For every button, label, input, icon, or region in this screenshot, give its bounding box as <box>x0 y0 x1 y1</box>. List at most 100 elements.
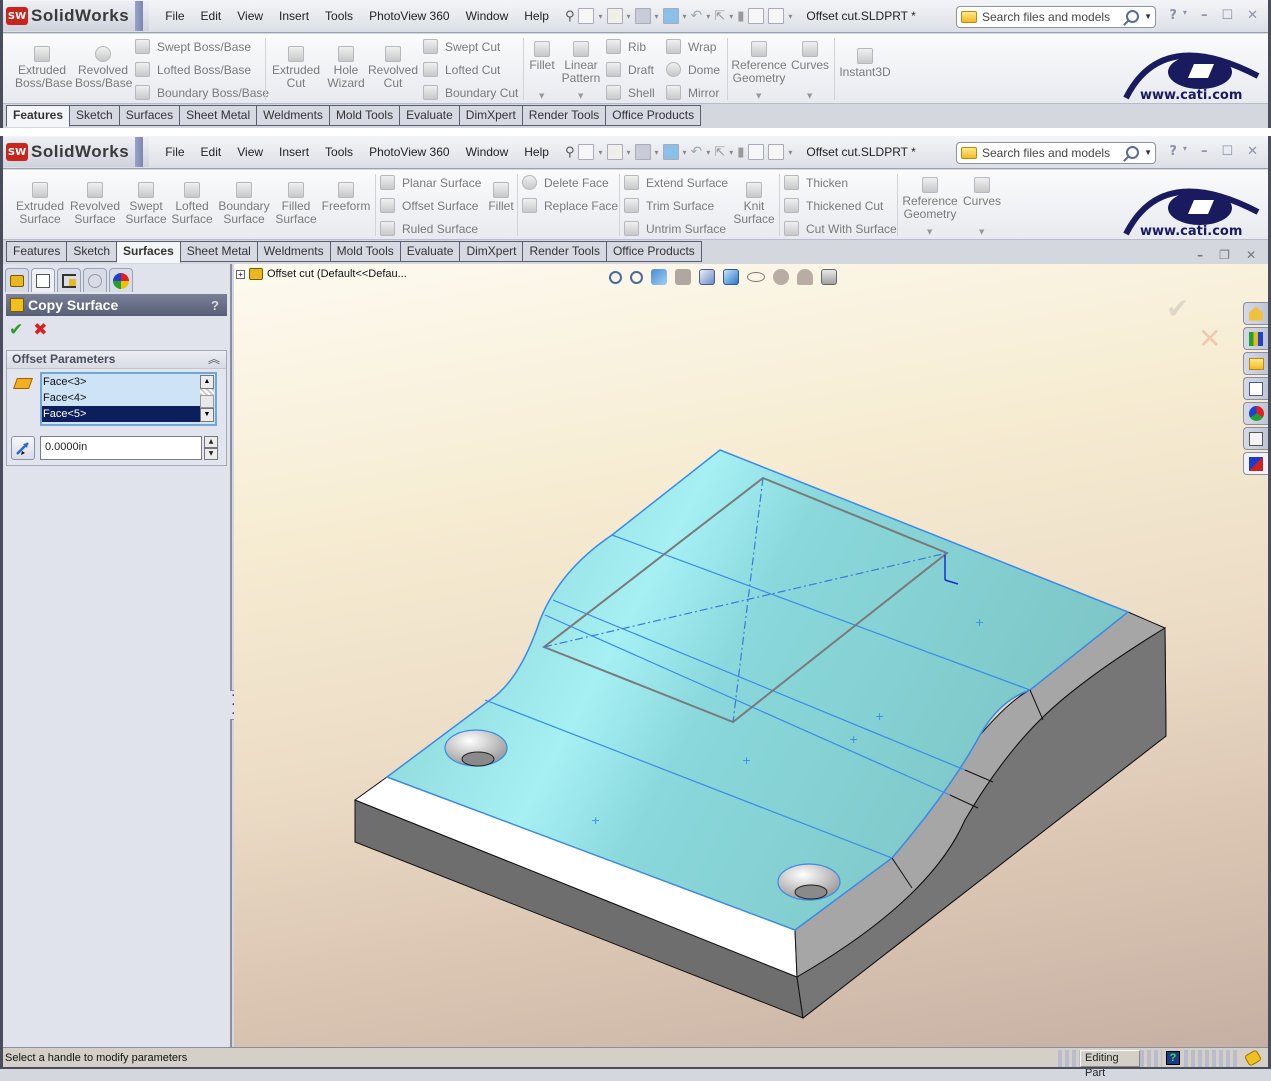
menu-file[interactable]: File <box>157 9 192 23</box>
list-scrollbar[interactable]: ▲ ▼ <box>200 375 214 423</box>
scroll-down-icon[interactable]: ▼ <box>200 408 214 422</box>
close-button[interactable]: ✕ <box>1247 144 1258 159</box>
dropdown-arrow-icon[interactable]: ▾ <box>683 148 687 157</box>
swept-boss-button[interactable]: Swept Boss/Base <box>135 39 251 54</box>
menu-edit[interactable]: Edit <box>193 145 230 159</box>
tab-feature-manager[interactable] <box>5 268 29 292</box>
dropdown-arrow-icon[interactable]: ▾ <box>627 148 631 157</box>
menu-window[interactable]: Window <box>458 145 517 159</box>
rib-button[interactable]: Rib <box>606 39 646 54</box>
app-logo[interactable]: SW SolidWorks <box>3 1 150 31</box>
draft-button[interactable]: Draft <box>606 62 654 77</box>
dropdown-arrow-icon[interactable]: ▾ <box>729 148 733 157</box>
filled-surface-button[interactable]: Filled Surface <box>275 182 317 226</box>
freeform-button[interactable]: Freeform <box>321 182 371 213</box>
maximize-button[interactable]: ☐ <box>1221 8 1233 23</box>
menu-tools[interactable]: Tools <box>317 145 361 159</box>
menu-photoview[interactable]: PhotoView 360 <box>361 9 458 23</box>
select-icon[interactable]: ⇱ <box>714 9 725 24</box>
dropdown-arrow-icon[interactable]: ▾ <box>655 12 659 21</box>
tab-weldments[interactable]: Weldments <box>257 105 330 126</box>
curves-dropdown-icon[interactable]: ▼ <box>979 228 984 236</box>
mirror-button[interactable]: Mirror <box>666 85 719 100</box>
maximize-button[interactable]: ☐ <box>1221 144 1233 159</box>
save-icon[interactable] <box>634 144 651 160</box>
options-icon[interactable] <box>768 144 785 160</box>
revolved-cut-button[interactable]: Revolved Cut <box>367 46 419 90</box>
scroll-up-icon[interactable]: ▲ <box>200 375 214 389</box>
tab-dimxpert-manager[interactable] <box>83 268 107 292</box>
dome-button[interactable]: Dome <box>666 62 720 77</box>
help-icon[interactable]: ? <box>211 298 219 313</box>
curves-button[interactable]: Curves <box>963 177 1001 208</box>
tab-mold-tools[interactable]: Mold Tools <box>329 105 401 126</box>
save-icon[interactable] <box>634 8 651 24</box>
cancel-button[interactable]: ✖ <box>33 320 47 340</box>
menu-insert[interactable]: Insert <box>271 9 317 23</box>
lofted-cut-button[interactable]: Lofted Cut <box>423 62 500 77</box>
hole-wizard-button[interactable]: Hole Wizard <box>327 46 365 90</box>
app-logo[interactable]: SW SolidWorks <box>3 137 150 167</box>
tab-dimxpert[interactable]: DimXpert <box>460 241 524 262</box>
lofted-surface-button[interactable]: Lofted Surface <box>171 182 213 226</box>
tab-sketch[interactable]: Sketch <box>70 105 120 126</box>
doc-close-button[interactable]: ✕ <box>1246 248 1256 262</box>
dropdown-arrow-icon[interactable]: ▾ <box>655 148 659 157</box>
planar-surface-button[interactable]: Planar Surface <box>380 175 481 190</box>
3d-model[interactable]: + + + + + <box>234 264 1268 1047</box>
help-button[interactable]: ? <box>1169 144 1177 159</box>
new-document-icon[interactable] <box>578 144 595 160</box>
doc-minimize-button[interactable]: – <box>1197 248 1203 262</box>
list-item-selected[interactable]: Face<5> <box>42 406 200 422</box>
menu-view[interactable]: View <box>229 9 271 23</box>
undo-icon[interactable]: ↶ <box>691 8 703 24</box>
file-properties-icon[interactable] <box>748 8 765 24</box>
tab-surfaces[interactable]: Surfaces <box>117 241 181 263</box>
undo-icon[interactable]: ↶ <box>691 144 703 160</box>
help-dropdown-icon[interactable]: ▾ <box>1183 8 1187 23</box>
tab-features[interactable]: Features <box>6 105 71 127</box>
print-icon[interactable] <box>662 8 679 24</box>
select-icon[interactable]: ⇱ <box>714 145 725 160</box>
dropdown-arrow-icon[interactable]: ▾ <box>788 148 792 157</box>
revolved-surface-button[interactable]: Revolved Surface <box>69 182 121 226</box>
rebuild-icon[interactable]: ▮ <box>737 9 744 24</box>
tab-evaluate[interactable]: Evaluate <box>400 105 460 126</box>
menu-help[interactable]: Help <box>516 145 557 159</box>
tab-configuration-manager[interactable] <box>57 268 81 292</box>
ok-button[interactable]: ✔ <box>9 320 23 340</box>
scroll-thumb[interactable] <box>200 395 214 408</box>
options-icon[interactable] <box>768 8 785 24</box>
doc-restore-button[interactable]: ❐ <box>1219 248 1230 262</box>
knit-surface-button[interactable]: Knit Surface <box>731 182 777 226</box>
minimize-button[interactable]: – <box>1201 8 1208 23</box>
menu-file[interactable]: File <box>157 145 192 159</box>
collapse-icon[interactable]: ︽ <box>208 351 220 368</box>
tab-evaluate[interactable]: Evaluate <box>400 241 461 262</box>
tab-sheet-metal[interactable]: Sheet Metal <box>180 105 258 126</box>
tab-dimxpert[interactable]: DimXpert <box>459 105 523 126</box>
rebuild-icon[interactable]: ▮ <box>737 145 744 160</box>
print-icon[interactable] <box>662 144 679 160</box>
fillet-dropdown-icon[interactable]: ▼ <box>539 92 544 100</box>
spin-up-icon[interactable]: ▲ <box>204 436 218 448</box>
search-dropdown-icon[interactable]: ▼ <box>1144 12 1152 21</box>
extruded-boss-button[interactable]: Extruded Boss/Base <box>15 46 72 90</box>
curves-button[interactable]: Curves <box>791 41 829 72</box>
menu-window[interactable]: Window <box>458 9 517 23</box>
extend-surface-button[interactable]: Extend Surface <box>624 175 728 190</box>
reference-geometry-dropdown-icon[interactable]: ▼ <box>756 92 761 100</box>
dropdown-arrow-icon[interactable]: ▾ <box>706 148 710 157</box>
search-icon[interactable] <box>1126 10 1139 23</box>
tab-property-manager[interactable] <box>31 268 55 292</box>
minimize-button[interactable]: – <box>1201 144 1208 159</box>
help-button[interactable]: ? <box>1169 8 1177 23</box>
extruded-cut-button[interactable]: Extruded Cut <box>269 46 323 90</box>
linear-pattern-dropdown-icon[interactable]: ▼ <box>578 92 583 100</box>
new-document-icon[interactable] <box>578 8 595 24</box>
reference-geometry-button[interactable]: Reference Geometry <box>731 41 787 85</box>
shell-button[interactable]: Shell <box>606 85 655 100</box>
dropdown-arrow-icon[interactable]: ▾ <box>598 148 602 157</box>
extruded-surface-button[interactable]: Extruded Surface <box>15 182 65 226</box>
faces-selection-list[interactable]: Face<3> Face<4> Face<5> ▲ ▼ <box>40 372 217 426</box>
